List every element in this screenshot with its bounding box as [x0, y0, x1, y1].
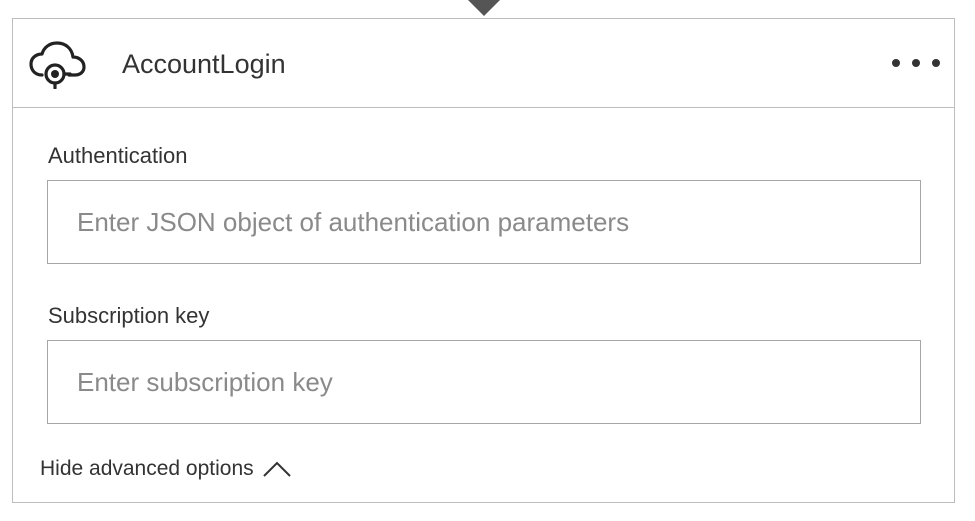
- subscription-key-input[interactable]: [47, 340, 921, 424]
- ellipsis-dot-icon: [932, 59, 940, 67]
- subscription-key-label: Subscription key: [48, 303, 210, 328]
- action-card: AccountLogin Authentication Subscription…: [12, 18, 955, 503]
- connector-arrow-icon: [468, 0, 500, 16]
- hide-advanced-options-toggle[interactable]: Hide advanced options: [40, 455, 292, 483]
- ellipsis-dot-icon: [912, 59, 920, 67]
- cloud-connector-icon: [29, 41, 86, 89]
- card-header[interactable]: AccountLogin: [13, 19, 954, 108]
- hide-advanced-options-label: Hide advanced options: [40, 457, 254, 480]
- ellipsis-dot-icon: [892, 59, 900, 67]
- more-options-button[interactable]: [892, 51, 940, 75]
- card-title: AccountLogin: [122, 49, 286, 79]
- authentication-label: Authentication: [48, 143, 188, 168]
- chevron-up-icon: [262, 461, 291, 477]
- authentication-input[interactable]: [47, 180, 921, 264]
- flow-canvas: AccountLogin Authentication Subscription…: [0, 0, 975, 521]
